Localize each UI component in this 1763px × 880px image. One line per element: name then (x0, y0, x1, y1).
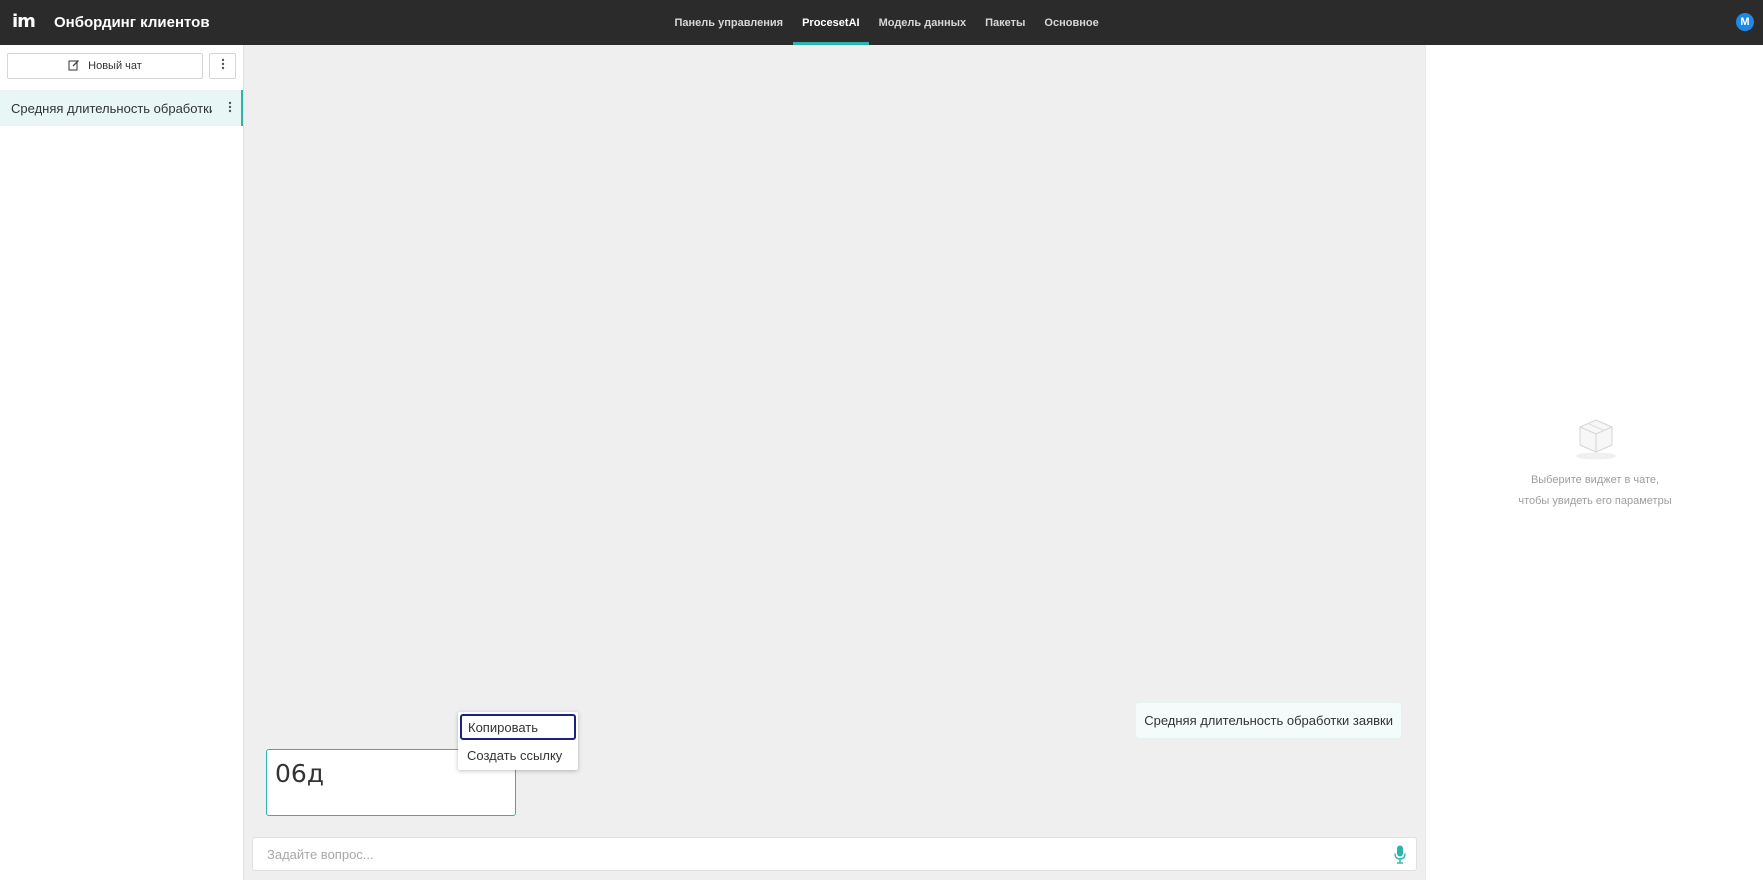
user-message: Средняя длительность обработки заявки (1135, 702, 1402, 739)
chat-sidebar: Новый чат Средняя длительность обработки… (0, 45, 244, 880)
main-nav: Панель управления ProcesetAI Модель данн… (665, 0, 1108, 45)
sidebar-more-button[interactable] (209, 53, 236, 79)
empty-box-icon (1572, 415, 1620, 465)
more-vertical-icon (221, 57, 225, 75)
new-chat-label: Новый чат (88, 60, 142, 72)
create-link-menu-item[interactable]: Создать ссылку (458, 742, 578, 768)
top-bar: im Онбординг клиентов Панель управления … (0, 0, 1763, 45)
tab-packages[interactable]: Пакеты (976, 0, 1035, 45)
tab-main[interactable]: Основное (1035, 0, 1108, 45)
question-input[interactable] (253, 838, 1373, 870)
chat-item-more-icon[interactable] (228, 100, 232, 118)
empty-state-line-2: чтобы увидеть его параметры (1518, 495, 1672, 507)
chat-area: Средняя длительность обработки заявки 06… (244, 45, 1425, 880)
chat-item-label: Средняя длительность обработки заявки (11, 100, 212, 116)
empty-state-text: Выберите виджет в чате, чтобы увидеть ег… (1426, 470, 1763, 512)
app-title: Онбординг клиентов (54, 14, 210, 31)
empty-state-line-1: Выберите виджет в чате, (1530, 474, 1660, 486)
context-menu: Копировать Создать ссылку (458, 712, 578, 770)
tab-data-model[interactable]: Модель данных (869, 0, 976, 45)
sidebar-chat-item[interactable]: Средняя длительность обработки заявки (0, 90, 243, 126)
answer-value: 06д (275, 759, 325, 788)
avatar[interactable]: M (1736, 13, 1754, 31)
app-logo[interactable]: im (12, 11, 36, 32)
tab-procesetai[interactable]: ProcesetAI (792, 0, 870, 45)
microphone-icon[interactable] (1394, 845, 1406, 869)
edit-icon (68, 59, 80, 74)
question-input-container (252, 837, 1417, 871)
tab-dashboard[interactable]: Панель управления (665, 0, 793, 45)
widget-settings-panel: Выберите виджет в чате, чтобы увидеть ег… (1425, 45, 1763, 880)
new-chat-button[interactable]: Новый чат (7, 53, 203, 79)
copy-menu-item[interactable]: Копировать (460, 714, 576, 740)
